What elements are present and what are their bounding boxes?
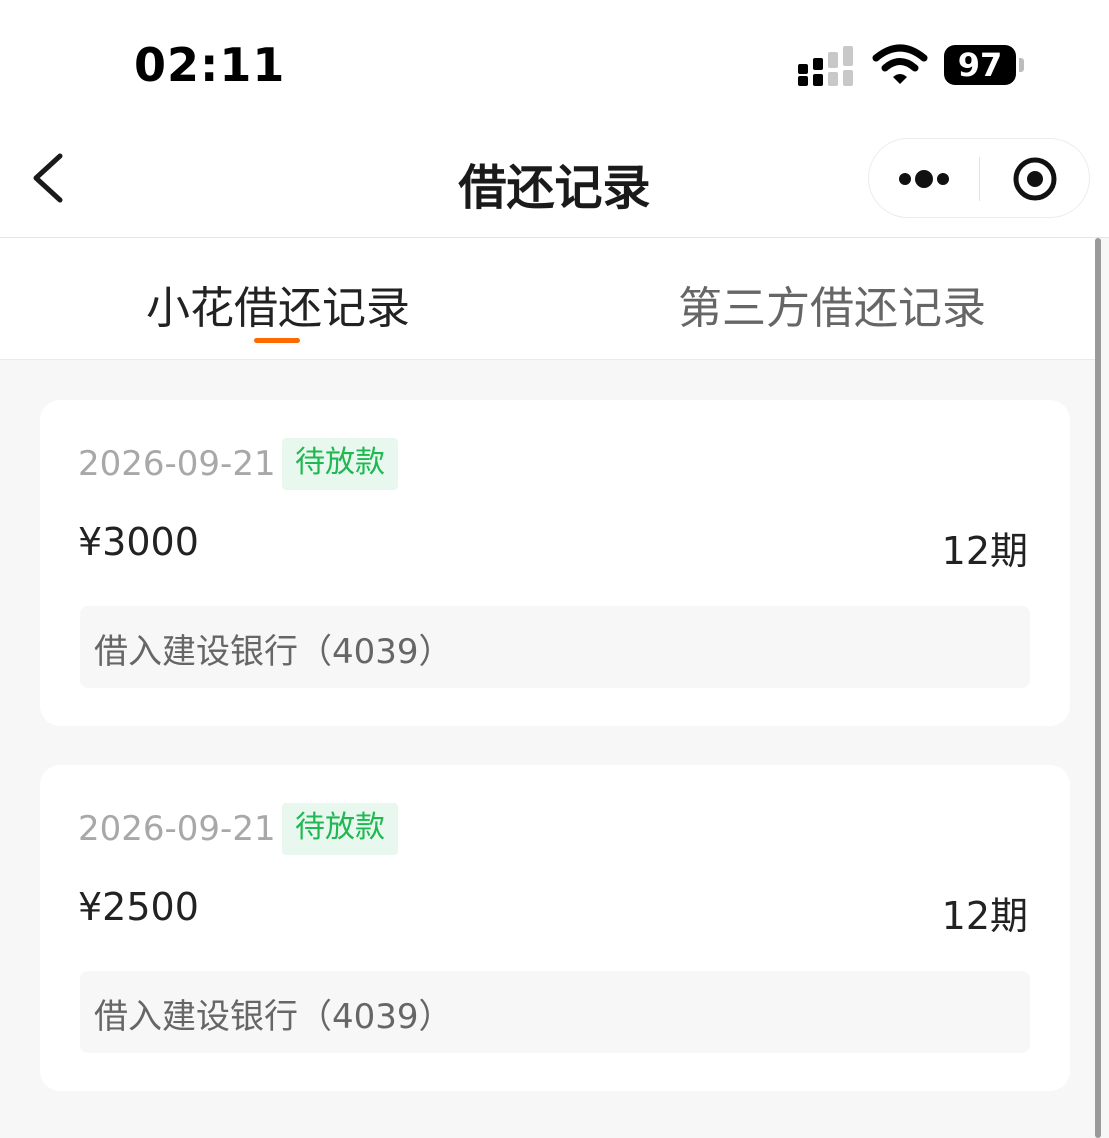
bank-info-box: 借入建设银行（4039） bbox=[80, 606, 1030, 688]
nav-bar: 借还记录 bbox=[0, 118, 1109, 238]
record-card[interactable]: 2026-09-21 待放款 ¥2500 12期 借入建设银行（4039） bbox=[40, 765, 1070, 1091]
battery-cap bbox=[1019, 58, 1024, 72]
record-date: 2026-09-21 bbox=[78, 444, 276, 484]
mini-program-capsule bbox=[868, 138, 1090, 218]
status-time: 02:11 bbox=[134, 38, 286, 92]
bank-info-box: 借入建设银行（4039） bbox=[80, 971, 1030, 1053]
bank-info: 借入建设银行（4039） bbox=[94, 632, 453, 672]
record-date: 2026-09-21 bbox=[78, 809, 276, 849]
scrollbar[interactable] bbox=[1095, 238, 1101, 1138]
tab-xiaohua-records[interactable]: 小花借还记录 bbox=[146, 272, 410, 336]
status-bar: 02:11 97 bbox=[0, 0, 1109, 118]
bank-info: 借入建设银行（4039） bbox=[94, 997, 453, 1037]
record-amount: ¥2500 bbox=[78, 885, 199, 929]
record-amount: ¥3000 bbox=[78, 520, 199, 564]
tab-bar: 小花借还记录 第三方借还记录 bbox=[0, 238, 1095, 360]
status-badge: 待放款 bbox=[282, 803, 398, 855]
active-tab-indicator bbox=[254, 338, 300, 343]
record-term: 12期 bbox=[941, 529, 1028, 573]
record-card[interactable]: 2026-09-21 待放款 ¥3000 12期 借入建设银行（4039） bbox=[40, 400, 1070, 726]
signal-icon bbox=[798, 46, 853, 86]
tab-third-party-records[interactable]: 第三方借还记录 bbox=[678, 272, 986, 336]
battery-icon: 97 bbox=[944, 45, 1016, 85]
back-chevron-icon[interactable] bbox=[22, 148, 78, 208]
more-dots-icon[interactable] bbox=[869, 139, 979, 219]
record-term: 12期 bbox=[941, 894, 1028, 938]
wifi-icon bbox=[872, 44, 928, 84]
status-badge: 待放款 bbox=[282, 438, 398, 490]
page: 02:11 97 借还记录 小花借还记录 第三方借还记录 2026-09-21 … bbox=[0, 0, 1109, 1138]
close-target-icon[interactable] bbox=[980, 139, 1090, 219]
